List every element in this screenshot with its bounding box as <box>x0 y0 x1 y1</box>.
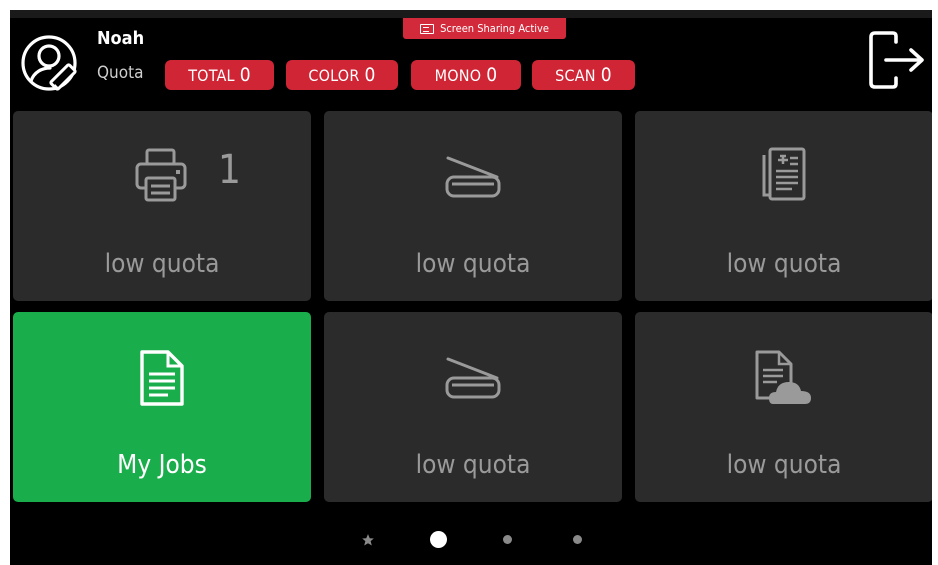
print-tile[interactable]: 1 low quota <box>13 111 311 301</box>
quota-total-value: 0 <box>239 64 251 86</box>
document-icon <box>140 350 184 406</box>
my-jobs-caption: My Jobs <box>117 450 207 480</box>
my-jobs-tile[interactable]: My Jobs <box>13 312 311 502</box>
printer-icon <box>135 148 187 202</box>
copy-document-icon <box>762 147 806 201</box>
quota-total-label: TOTAL <box>188 65 235 85</box>
screen-sharing-banner: Screen Sharing Active <box>403 18 566 39</box>
user-name: Noah <box>97 28 145 49</box>
quota-total-badge: TOTAL 0 <box>165 60 274 90</box>
scan-tile-caption: low quota <box>415 249 531 279</box>
favorites-page-star-icon[interactable] <box>361 533 375 547</box>
scanner-icon <box>445 357 501 399</box>
user-edit-icon[interactable] <box>20 32 82 94</box>
cloud-tile[interactable]: low quota <box>635 312 932 502</box>
quota-mono-value: 0 <box>486 64 498 86</box>
page-dot[interactable] <box>573 535 582 544</box>
screen-sharing-text: Screen Sharing Active <box>440 22 549 35</box>
logout-icon[interactable] <box>866 30 926 90</box>
copy-tile[interactable]: low quota <box>635 111 932 301</box>
copy-tile-caption: low quota <box>726 249 842 279</box>
print-job-count: 1 <box>218 147 241 193</box>
screen-share-icon <box>420 23 435 34</box>
scan-tile[interactable]: low quota <box>324 111 622 301</box>
quota-scan-value: 0 <box>600 64 612 86</box>
quota-scan-label: SCAN <box>555 65 596 85</box>
quota-color-badge: COLOR 0 <box>286 60 398 90</box>
page-indicator <box>10 524 932 554</box>
kiosk-screen: Screen Sharing Active Noah Quota TOTAL 0… <box>10 10 932 565</box>
quota-mono-badge: MONO 0 <box>411 60 521 90</box>
quota-label: Quota <box>97 63 144 83</box>
page-dot[interactable] <box>503 535 512 544</box>
quota-mono-label: MONO <box>434 65 482 85</box>
cloud-document-icon <box>755 350 811 404</box>
page-dot-active[interactable] <box>430 531 447 548</box>
quota-color-label: COLOR <box>308 65 360 85</box>
print-tile-caption: low quota <box>104 249 220 279</box>
scanner-icon <box>445 156 501 198</box>
top-strip <box>10 10 932 18</box>
quota-scan-badge: SCAN 0 <box>532 60 635 90</box>
cloud-tile-caption: low quota <box>726 450 842 480</box>
scan-tile-2-caption: low quota <box>415 450 531 480</box>
quota-color-value: 0 <box>364 64 376 86</box>
scan-tile-2[interactable]: low quota <box>324 312 622 502</box>
